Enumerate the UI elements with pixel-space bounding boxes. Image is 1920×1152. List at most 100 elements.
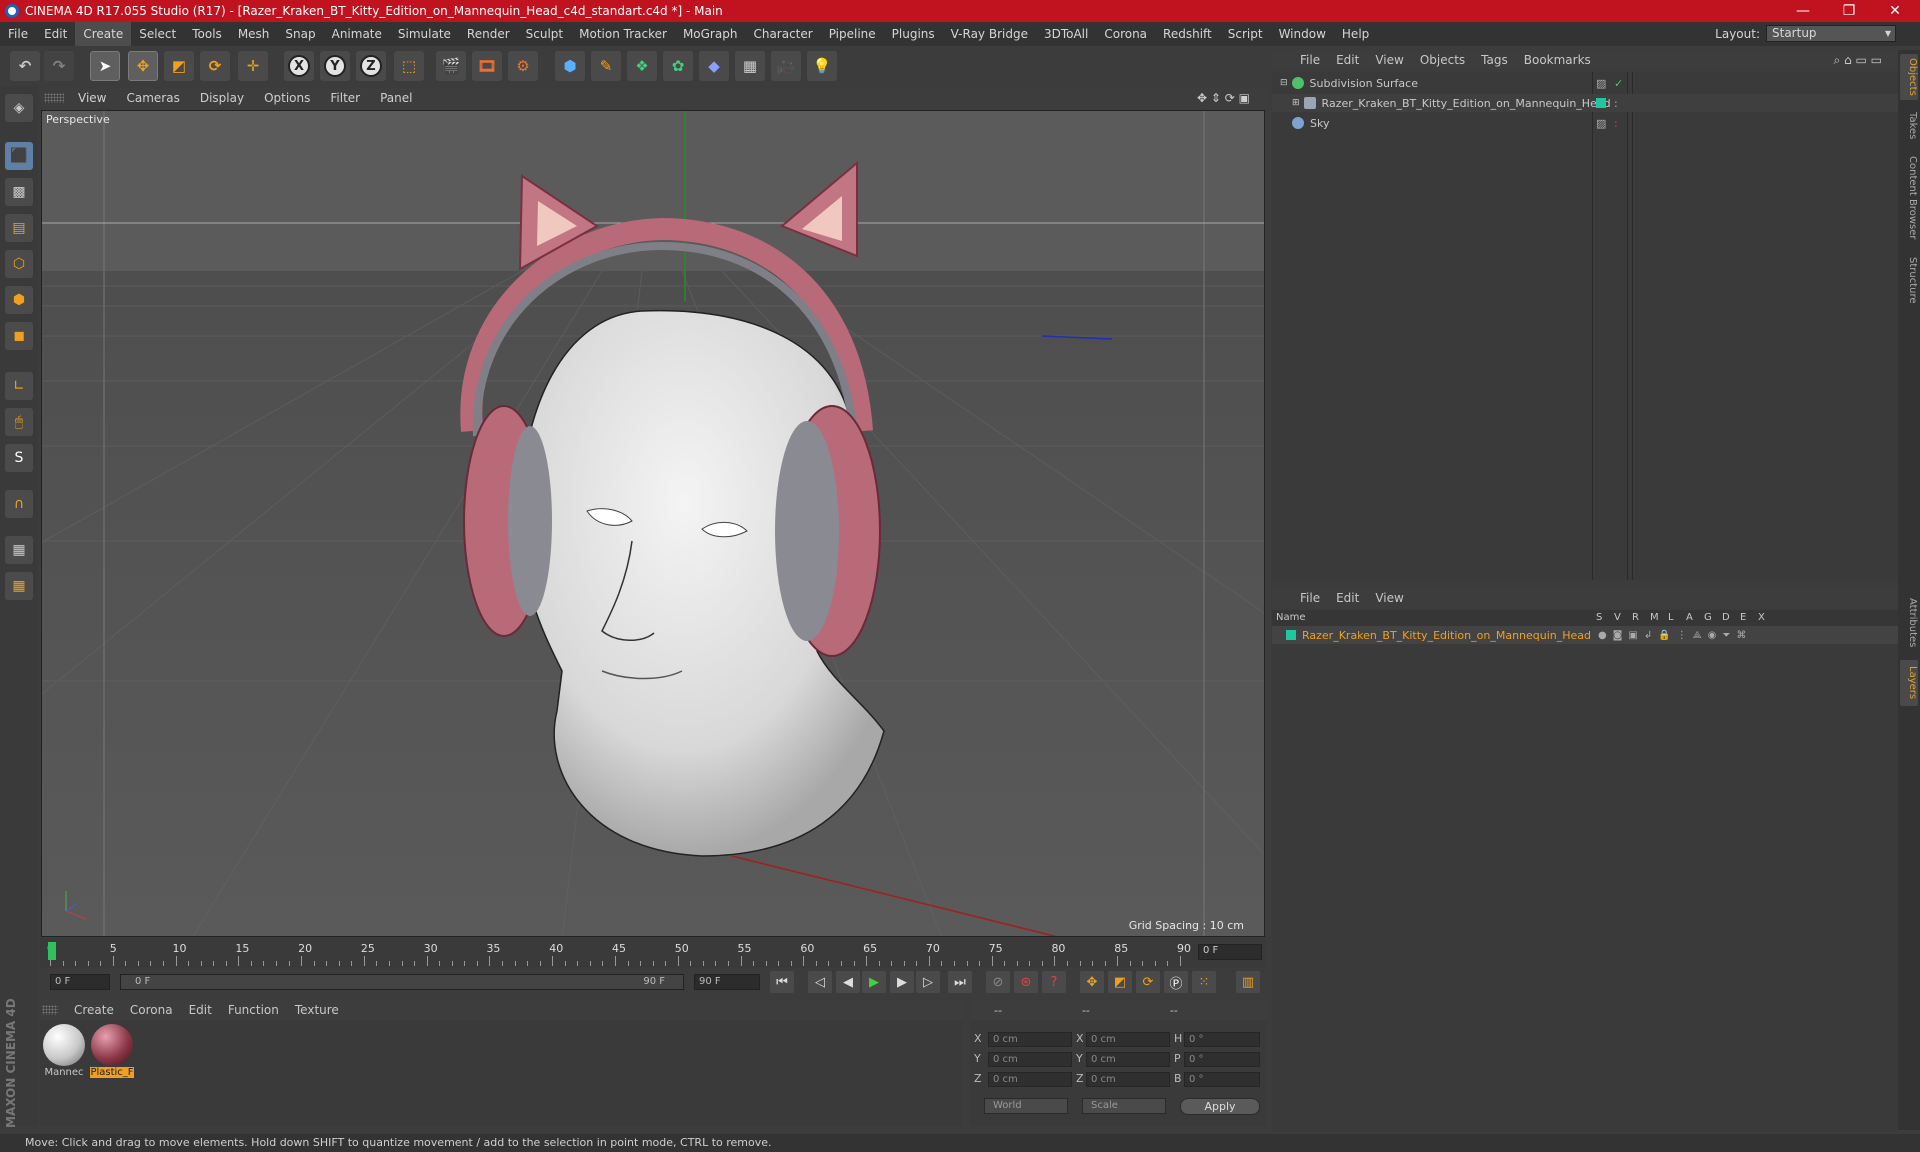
previous-frame-icon[interactable]: ◀ bbox=[836, 971, 860, 993]
viewport-menu-cameras[interactable]: Cameras bbox=[116, 91, 189, 105]
timeline-window-icon[interactable]: ▥ bbox=[1236, 971, 1260, 993]
menu-tools[interactable]: Tools bbox=[184, 22, 230, 46]
key-position-icon[interactable]: ✥ bbox=[1080, 971, 1104, 993]
render-picture-viewer-icon[interactable]: 🎞 bbox=[472, 51, 502, 81]
axis-mode-icon[interactable]: ∟ bbox=[5, 372, 33, 400]
material-menu-edit[interactable]: Edit bbox=[181, 1003, 220, 1017]
visibility-dots-icon[interactable]: : bbox=[1614, 97, 1618, 110]
menu-character[interactable]: Character bbox=[745, 22, 820, 46]
render-settings-icon[interactable]: ⚙ bbox=[508, 51, 538, 81]
object-manager-search-icon[interactable]: ⌕ ⌂ ▭ ▭ bbox=[1826, 53, 1890, 68]
tab-layers[interactable]: Layers bbox=[1900, 660, 1918, 706]
snap-magnet-icon[interactable]: ∩ bbox=[5, 490, 33, 518]
select-tool-icon[interactable]: ➤ bbox=[90, 51, 120, 81]
material-swatch[interactable]: Mannec bbox=[42, 1024, 86, 1078]
floor-scene-icon[interactable]: ▦ bbox=[735, 51, 765, 81]
y-axis-lock-button[interactable]: Y bbox=[320, 51, 350, 81]
menu-mesh[interactable]: Mesh bbox=[230, 22, 278, 46]
size-y-field[interactable]: 0 cm bbox=[1086, 1052, 1170, 1067]
solo-mode-icon[interactable]: S bbox=[5, 444, 33, 472]
go-to-end-icon[interactable]: ⏭ bbox=[948, 971, 972, 993]
camera-icon[interactable]: 🎥 bbox=[771, 51, 801, 81]
object-menu-bookmarks[interactable]: Bookmarks bbox=[1516, 53, 1599, 67]
expand-icon[interactable]: ⊞ bbox=[1292, 98, 1300, 108]
texture-mode-icon[interactable]: ▩ bbox=[5, 178, 33, 206]
object-menu-objects[interactable]: Objects bbox=[1412, 53, 1473, 67]
collapse-icon[interactable]: ⊟ bbox=[1280, 78, 1288, 88]
menu-create[interactable]: Create bbox=[75, 22, 132, 46]
next-frame-icon[interactable]: ▶ bbox=[890, 971, 914, 993]
material-menu-function[interactable]: Function bbox=[220, 1003, 287, 1017]
undo-icon[interactable]: ↶ bbox=[10, 51, 40, 81]
z-axis-lock-button[interactable]: Z bbox=[356, 51, 386, 81]
tab-content-browser[interactable]: Content Browser bbox=[1900, 150, 1918, 246]
layer-menu-file[interactable]: File bbox=[1292, 591, 1328, 605]
perspective-viewport[interactable]: Perspective Grid Spacing : 10 cm bbox=[41, 110, 1265, 937]
key-scale-icon[interactable]: ◩ bbox=[1108, 971, 1132, 993]
model-mode-icon[interactable]: ⬛ bbox=[5, 142, 33, 170]
menu-plugins[interactable]: Plugins bbox=[884, 22, 943, 46]
coordinate-type-dropdown[interactable]: Scale bbox=[1082, 1098, 1166, 1114]
layout-dropdown[interactable]: Startup bbox=[1766, 25, 1896, 42]
visibility-dots-icon[interactable]: ▨ bbox=[1596, 117, 1606, 130]
viewport-menu-display[interactable]: Display bbox=[190, 91, 254, 105]
subdivision-generator-icon[interactable]: ❖ bbox=[627, 51, 657, 81]
record-keys-icon[interactable]: ⊘ bbox=[986, 971, 1010, 993]
tab-structure[interactable]: Structure bbox=[1900, 250, 1918, 310]
minimize-button[interactable]: — bbox=[1780, 0, 1826, 22]
tab-takes[interactable]: Takes bbox=[1900, 106, 1918, 146]
menu-render[interactable]: Render bbox=[459, 22, 518, 46]
timeline-ruler[interactable]: 051015202530354045505560657075808590 0 F bbox=[40, 938, 1266, 968]
current-frame-field[interactable]: 0 F bbox=[1198, 944, 1262, 960]
material-swatch-selected[interactable]: Plastic_F bbox=[90, 1024, 134, 1078]
object-row-subdivision[interactable]: ⊟ Subdivision Surface ▨ ✓ bbox=[1272, 74, 1898, 92]
menu-simulate[interactable]: Simulate bbox=[390, 22, 459, 46]
locked-workplane-icon[interactable]: ▦ bbox=[5, 536, 33, 564]
x-axis-lock-button[interactable]: X bbox=[284, 51, 314, 81]
viewport-menu-options[interactable]: Options bbox=[254, 91, 320, 105]
layer-color-icon[interactable] bbox=[1596, 98, 1606, 108]
tweak-mode-icon[interactable]: 🖱 bbox=[5, 408, 33, 436]
close-button[interactable]: ✕ bbox=[1872, 0, 1918, 22]
rotation-b-field[interactable]: 0 ° bbox=[1184, 1072, 1260, 1087]
cube-primitive-icon[interactable]: ⬢ bbox=[555, 51, 585, 81]
planar-workplane-icon[interactable]: ▦ bbox=[5, 572, 33, 600]
points-mode-icon[interactable]: ⬡ bbox=[5, 250, 33, 278]
start-frame-field[interactable]: 0 F bbox=[50, 974, 110, 990]
menu-pipeline[interactable]: Pipeline bbox=[821, 22, 884, 46]
autokey-icon[interactable]: ⊛ bbox=[1014, 971, 1038, 993]
object-row-sky[interactable]: Sky ▨ : bbox=[1272, 114, 1898, 132]
viewport-navigation-icons[interactable]: ✥ ⇕ ⟳ ▣ bbox=[1187, 91, 1260, 105]
redo-icon[interactable]: ↷ bbox=[44, 51, 74, 81]
light-icon[interactable]: 💡 bbox=[807, 51, 837, 81]
size-z-field[interactable]: 0 cm bbox=[1086, 1072, 1170, 1087]
rotation-p-field[interactable]: 0 ° bbox=[1184, 1052, 1260, 1067]
restore-button[interactable]: ❐ bbox=[1826, 0, 1872, 22]
menu-3dtoall[interactable]: 3DToAll bbox=[1036, 22, 1096, 46]
material-menu-texture[interactable]: Texture bbox=[287, 1003, 347, 1017]
go-to-start-icon[interactable]: ⏮ bbox=[770, 971, 794, 993]
position-z-field[interactable]: 0 cm bbox=[988, 1072, 1072, 1087]
viewport-menu-view[interactable]: View bbox=[68, 91, 116, 105]
frame-ruler[interactable]: 051015202530354045505560657075808590 bbox=[47, 940, 1200, 966]
visibility-dots-icon[interactable]: ▨ bbox=[1596, 77, 1606, 90]
menu-file[interactable]: File bbox=[0, 22, 36, 46]
move-tool-icon[interactable]: ✥ bbox=[128, 51, 158, 81]
scale-tool-icon[interactable]: ◩ bbox=[164, 51, 194, 81]
object-row-razer-kraken[interactable]: ⊞ Razer_Kraken_BT_Kitty_Edition_on_Manne… bbox=[1272, 94, 1898, 112]
deformer-icon[interactable]: ◆ bbox=[699, 51, 729, 81]
next-key-icon[interactable]: ▷ bbox=[916, 971, 940, 993]
menu-vray-bridge[interactable]: V-Ray Bridge bbox=[943, 22, 1036, 46]
position-x-field[interactable]: 0 cm bbox=[988, 1032, 1072, 1047]
menu-corona[interactable]: Corona bbox=[1096, 22, 1155, 46]
menu-select[interactable]: Select bbox=[131, 22, 184, 46]
menu-help[interactable]: Help bbox=[1334, 22, 1377, 46]
render-view-icon[interactable]: 🎬 bbox=[436, 51, 466, 81]
mograph-cloner-icon[interactable]: ✿ bbox=[663, 51, 693, 81]
layer-menu-edit[interactable]: Edit bbox=[1328, 591, 1367, 605]
keyframe-selection-icon[interactable]: ? bbox=[1042, 971, 1066, 993]
material-menu-create[interactable]: Create bbox=[66, 1003, 122, 1017]
object-menu-file[interactable]: File bbox=[1292, 53, 1328, 67]
apply-button[interactable]: Apply bbox=[1180, 1098, 1260, 1115]
menu-snap[interactable]: Snap bbox=[277, 22, 323, 46]
